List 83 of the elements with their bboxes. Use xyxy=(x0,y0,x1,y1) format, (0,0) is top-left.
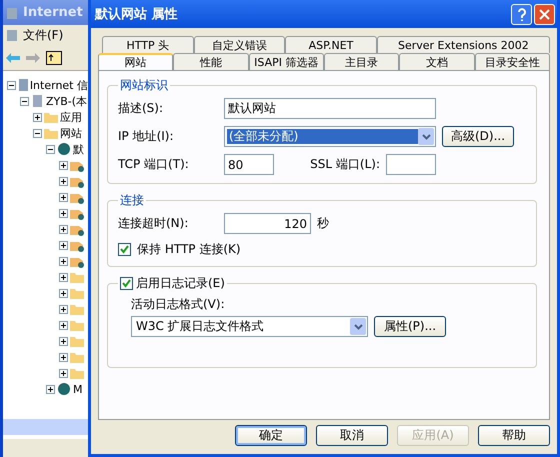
field-label: 活动日志格式(V): xyxy=(131,296,225,313)
dialog-button[interactable]: 确定 xyxy=(235,425,307,446)
collapse-icon[interactable] xyxy=(20,96,29,106)
expand-icon[interactable] xyxy=(59,192,68,202)
tab[interactable]: 主目录 xyxy=(324,53,400,70)
tree-item[interactable]: 默 xyxy=(73,142,84,156)
folder-icon xyxy=(70,271,84,283)
folder-icon xyxy=(70,287,84,299)
properties-button[interactable]: 属性(P)... xyxy=(374,316,446,337)
caret-icon xyxy=(354,324,362,330)
computer-icon xyxy=(31,94,44,108)
checkbox-label[interactable]: 启用日志记录(E) xyxy=(136,275,225,292)
field-label: 描述(S): xyxy=(118,100,164,117)
folder-icon xyxy=(70,303,84,315)
log-format-dropdown[interactable]: W3C 扩展日志文件格式 xyxy=(131,316,368,337)
app-icon xyxy=(5,6,19,20)
help-icon[interactable] xyxy=(511,4,532,24)
expand-icon[interactable] xyxy=(59,368,68,378)
field-label: 连接超时(N): xyxy=(118,215,190,232)
ssl-port-field[interactable] xyxy=(386,154,436,175)
window-title: Internet xyxy=(23,5,83,20)
tab[interactable]: 文档 xyxy=(399,53,475,70)
collapse-icon[interactable] xyxy=(7,80,16,90)
expand-icon[interactable] xyxy=(33,112,42,122)
tab[interactable]: 性能 xyxy=(173,53,249,70)
field-label: SSL 端口(L): xyxy=(309,156,380,173)
tcp-port-field[interactable]: 80 xyxy=(224,154,274,175)
tab[interactable]: 网站 xyxy=(98,53,174,70)
unit-label: 秒 xyxy=(317,215,329,232)
expand-icon[interactable] xyxy=(59,272,68,282)
tree-item[interactable]: ZYB-(本 xyxy=(46,94,88,108)
folder-icon xyxy=(70,335,84,347)
tab[interactable]: Server Extensions 2002 xyxy=(376,36,550,53)
tab[interactable]: ASP.NET xyxy=(285,36,377,53)
horizontal-scrollbar[interactable] xyxy=(3,419,88,435)
tree-item[interactable]: M xyxy=(73,382,82,396)
expand-icon[interactable] xyxy=(59,240,68,250)
folder-icon xyxy=(44,111,58,123)
field-label: TCP 端口(T): xyxy=(118,156,190,173)
field-label: IP 地址(I): xyxy=(118,128,175,145)
tree-item[interactable]: Internet 信 xyxy=(30,78,88,92)
dialog-button[interactable]: 取消 xyxy=(316,425,388,446)
folder-icon xyxy=(44,127,58,139)
globe-icon xyxy=(57,382,71,396)
close-icon[interactable] xyxy=(534,4,555,24)
tree-item[interactable]: 应用 xyxy=(60,110,82,124)
dialog-button[interactable]: 帮助 xyxy=(478,425,550,446)
expand-icon[interactable] xyxy=(59,288,68,298)
group-title: 网站标识 xyxy=(120,77,168,94)
description-field[interactable]: 默认网站 xyxy=(224,98,436,119)
collapse-icon[interactable] xyxy=(46,144,55,154)
globe-icon xyxy=(57,142,71,156)
expand-icon[interactable] xyxy=(59,352,68,362)
tab[interactable]: 自定义错误 xyxy=(194,36,286,53)
folder-up-icon[interactable] xyxy=(46,50,62,64)
expand-icon[interactable] xyxy=(59,336,68,346)
timeout-field[interactable]: 120 xyxy=(224,213,311,234)
folder-icon xyxy=(70,319,84,331)
ip-address-dropdown[interactable]: (全部未分配) xyxy=(224,126,436,147)
expand-icon[interactable] xyxy=(59,160,68,170)
tree-item[interactable]: 网站 xyxy=(60,126,82,140)
expand-icon[interactable] xyxy=(46,384,55,394)
tab[interactable]: ISAPI 筛选器 xyxy=(248,53,324,70)
expand-icon[interactable] xyxy=(59,176,68,186)
checkbox[interactable] xyxy=(120,277,133,290)
checkbox-label[interactable]: 保持 HTTP 连接(K) xyxy=(137,241,241,258)
folder-icon xyxy=(70,351,84,363)
caret-icon xyxy=(422,134,430,140)
expand-icon[interactable] xyxy=(59,256,68,266)
group-title: 连接 xyxy=(120,192,144,209)
expand-icon[interactable] xyxy=(59,208,68,218)
checkbox[interactable] xyxy=(118,243,131,256)
folder-icon xyxy=(70,367,84,379)
expand-icon[interactable] xyxy=(59,224,68,234)
expand-icon[interactable] xyxy=(59,320,68,330)
tab[interactable]: HTTP 头 xyxy=(102,36,194,53)
app-icon xyxy=(5,28,19,42)
server-icon xyxy=(18,78,28,92)
dialog-title: 默认网站 属性 xyxy=(95,6,178,23)
tab[interactable]: 目录安全性 xyxy=(474,53,550,70)
advanced-button[interactable]: 高级(D)... xyxy=(442,126,514,147)
expand-icon[interactable] xyxy=(59,304,68,314)
collapse-icon[interactable] xyxy=(33,128,42,138)
